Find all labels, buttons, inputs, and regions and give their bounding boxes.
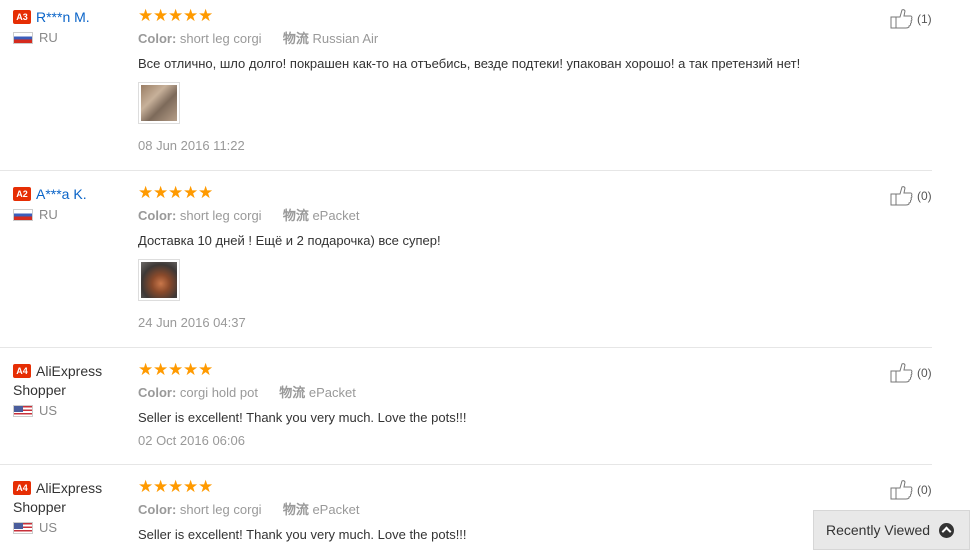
reviewer-country: US <box>13 403 133 419</box>
star-icon: ★ <box>183 477 199 496</box>
star-icon: ★ <box>168 477 184 496</box>
star-icon: ★ <box>153 477 169 496</box>
flag-ru-icon <box>13 32 33 44</box>
star-icon: ★ <box>183 183 199 202</box>
review-meta: Color: corgi hold pot 物流 ePacket <box>138 385 356 400</box>
level-badge: A2 <box>13 187 31 201</box>
review-meta: Color: short leg corgi 物流 ePacket <box>138 502 360 517</box>
helpful-vote[interactable]: (0) <box>890 362 932 383</box>
star-icon: ★ <box>183 6 199 25</box>
star-icon: ★ <box>168 360 184 379</box>
reviewer-country: RU <box>13 30 133 46</box>
helpful-count: (0) <box>917 188 932 203</box>
star-icon: ★ <box>138 183 154 202</box>
star-icon: ★ <box>138 477 154 496</box>
review-meta: Color: short leg corgi 物流 ePacket <box>138 208 360 223</box>
review-item: A4 AliExpress Shopper US ★★★★★ Color: cor… <box>0 348 932 465</box>
reviewer-name[interactable]: A4 AliExpress Shopper <box>13 479 133 517</box>
star-icon: ★ <box>138 6 154 25</box>
reviewer-country: US <box>13 520 133 536</box>
star-rating: ★★★★★ <box>138 361 858 379</box>
shipping-value: ePacket <box>312 208 360 223</box>
review-content: ★★★★★ Color: corgi hold pot 物流 ePacket S… <box>138 361 858 449</box>
review-item: A3 R***n M. RU ★★★★★ Color: short leg cor… <box>0 0 932 171</box>
level-badge: A3 <box>13 10 31 24</box>
helpful-count: (0) <box>917 482 932 497</box>
color-value: short leg corgi <box>179 208 262 223</box>
review-content: ★★★★★ Color: short leg corgi 物流 Russian … <box>138 7 858 154</box>
star-rating: ★★★★★ <box>138 184 858 202</box>
helpful-count: (1) <box>917 11 932 26</box>
helpful-vote[interactable]: (1) <box>890 8 932 29</box>
thumbs-up-icon[interactable] <box>890 479 913 500</box>
star-icon: ★ <box>153 6 169 25</box>
recently-viewed-button[interactable]: Recently Viewed <box>813 510 970 550</box>
thumbs-up-icon[interactable] <box>890 8 913 29</box>
review-item: A4 AliExpress Shopper US ★★★★★ Color: sho… <box>0 465 932 553</box>
shipping-value: Russian Air <box>312 31 379 46</box>
chevron-up-icon <box>939 522 955 538</box>
review-date: 08 Jun 2016 11:22 <box>138 138 245 153</box>
star-icon: ★ <box>198 360 214 379</box>
reviewer-info: A2 A***a K. RU <box>13 185 133 223</box>
star-icon: ★ <box>198 6 214 25</box>
thumbs-up-icon[interactable] <box>890 362 913 383</box>
star-icon: ★ <box>168 6 184 25</box>
reviewer-country: RU <box>13 207 133 223</box>
level-badge: A4 <box>13 364 31 378</box>
review-photo-thumbnail[interactable] <box>138 82 180 124</box>
review-content: ★★★★★ Color: short leg corgi 物流 ePacket … <box>138 478 858 543</box>
color-value: short leg corgi <box>179 502 262 517</box>
reviewer-name[interactable]: A3 R***n M. <box>13 8 133 27</box>
review-content: ★★★★★ Color: short leg corgi 物流 ePacket … <box>138 184 858 331</box>
star-icon: ★ <box>138 360 154 379</box>
reviewer-info: A4 AliExpress Shopper US <box>13 362 133 419</box>
flag-ru-icon <box>13 209 33 221</box>
helpful-vote[interactable]: (0) <box>890 479 932 500</box>
star-icon: ★ <box>153 360 169 379</box>
review-text: Все отлично, шло долго! покрашен как-то … <box>138 56 801 71</box>
star-icon: ★ <box>198 183 214 202</box>
review-text: Seller is excellent! Thank you very much… <box>138 410 467 425</box>
level-badge: A4 <box>13 481 31 495</box>
reviewer-info: A4 AliExpress Shopper US <box>13 479 133 536</box>
star-rating: ★★★★★ <box>138 478 858 496</box>
star-icon: ★ <box>153 183 169 202</box>
flag-us-icon <box>13 522 33 534</box>
recently-viewed-label: Recently Viewed <box>826 522 931 538</box>
shipping-value: ePacket <box>308 385 356 400</box>
color-value: short leg corgi <box>179 31 262 46</box>
review-item: A2 A***a K. RU ★★★★★ Color: short leg cor… <box>0 171 932 348</box>
star-icon: ★ <box>168 183 184 202</box>
review-meta: Color: short leg corgi 物流 Russian Air <box>138 31 379 46</box>
star-rating: ★★★★★ <box>138 7 858 25</box>
flag-us-icon <box>13 405 33 417</box>
reviewer-name[interactable]: A2 A***a K. <box>13 185 133 204</box>
review-text: Доставка 10 дней ! Ещё и 2 подарочка) вс… <box>138 233 441 248</box>
review-date: 02 Oct 2016 06:06 <box>138 433 245 448</box>
color-value: corgi hold pot <box>179 385 258 400</box>
helpful-count: (0) <box>917 365 932 380</box>
reviewer-name[interactable]: A4 AliExpress Shopper <box>13 362 133 400</box>
thumbs-up-icon[interactable] <box>890 185 913 206</box>
star-icon: ★ <box>198 477 214 496</box>
helpful-vote[interactable]: (0) <box>890 185 932 206</box>
reviewer-info: A3 R***n M. RU <box>13 8 133 46</box>
review-text: Seller is excellent! Thank you very much… <box>138 527 467 542</box>
review-photo-thumbnail[interactable] <box>138 259 180 301</box>
star-icon: ★ <box>183 360 199 379</box>
shipping-value: ePacket <box>312 502 360 517</box>
review-date: 24 Jun 2016 04:37 <box>138 315 246 330</box>
